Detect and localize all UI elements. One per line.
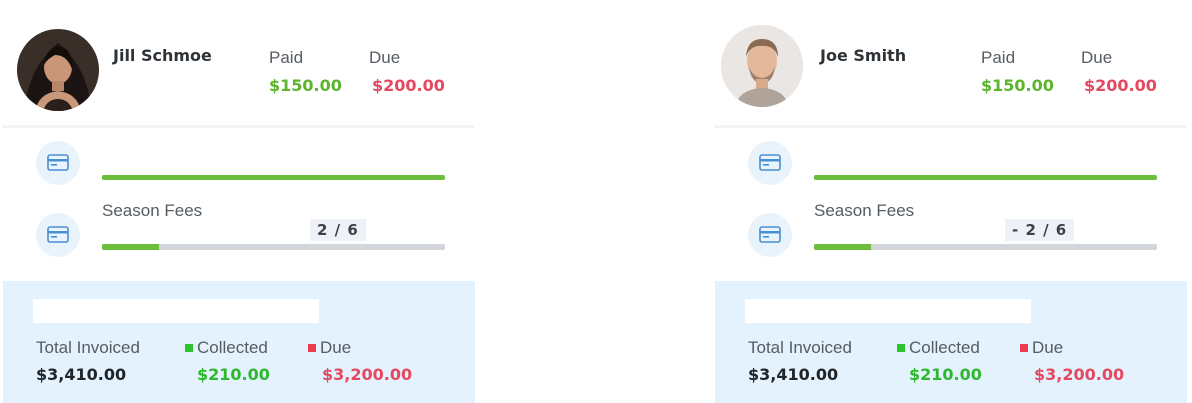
avatar-photo (721, 25, 803, 107)
fee-count-badge: 2 / 6 (310, 219, 366, 241)
total-invoiced-label: Total Invoiced (36, 338, 140, 357)
summary-due-label: Due (308, 338, 351, 358)
total-invoiced-value: $3,410.00 (748, 365, 839, 384)
fee-title: Season Fees (102, 201, 203, 220)
credit-card-icon (748, 141, 792, 185)
collected-legend-swatch (185, 344, 193, 352)
fee-title: Season Fees (814, 201, 915, 220)
due-label: Due (369, 48, 401, 67)
collected-legend-swatch (897, 344, 905, 352)
season-fees-progress-bar (814, 244, 1157, 250)
card-header: Joe Smith Paid $150.00 Due $200.00 (715, 0, 1187, 126)
due-legend-swatch (308, 344, 316, 352)
summary-due-label-text: Due (1032, 338, 1064, 357)
paid-amount: $150.00 (269, 76, 342, 95)
player-card-joe: Joe Smith Paid $150.00 Due $200.00 Seaso… (715, 0, 1187, 403)
fee-count-badge: - 2 / 6 (1005, 219, 1075, 241)
summary-due-label-text: Due (320, 338, 352, 357)
avatar[interactable] (721, 25, 803, 107)
collected-label: Collected (897, 338, 980, 358)
total-invoiced-label: Total Invoiced (748, 338, 852, 357)
fee-progress-bar (102, 175, 445, 180)
player-card-jill: Jill Schmoe Paid $150.00 Due $200.00 Sea… (3, 0, 475, 403)
divider (715, 125, 1187, 128)
total-invoiced-value: $3,410.00 (36, 365, 127, 384)
collected-label-text: Collected (909, 338, 980, 357)
summary-due-value: $3,200.00 (1034, 365, 1125, 384)
paid-label: Paid (981, 48, 1016, 67)
credit-card-icon (748, 213, 792, 257)
invoice-summary: Total Invoiced $3,410.00 Collected $210.… (3, 281, 475, 403)
collected-value: $210.00 (909, 365, 982, 384)
card-header: Jill Schmoe Paid $150.00 Due $200.00 (3, 0, 475, 126)
avatar-photo (17, 29, 99, 111)
invoice-summary: Total Invoiced $3,410.00 Collected $210.… (715, 281, 1187, 403)
divider (3, 125, 475, 128)
season-fees-progress-fill (102, 244, 160, 250)
season-fees-progress-bar (102, 244, 445, 250)
collected-label: Collected (185, 338, 268, 358)
paid-label: Paid (269, 48, 304, 67)
collected-label-text: Collected (197, 338, 268, 357)
due-legend-swatch (1020, 344, 1028, 352)
season-fees-progress-fill (814, 244, 872, 250)
paid-amount: $150.00 (981, 76, 1054, 95)
fee-progress-bar (814, 175, 1157, 180)
credit-card-icon (36, 213, 80, 257)
avatar[interactable] (17, 29, 99, 111)
summary-title-placeholder (33, 299, 319, 323)
player-name: Joe Smith (820, 46, 907, 65)
summary-due-label: Due (1020, 338, 1063, 358)
due-amount: $200.00 (372, 76, 445, 95)
player-name: Jill Schmoe (113, 46, 212, 65)
collected-value: $210.00 (197, 365, 270, 384)
due-amount: $200.00 (1084, 76, 1157, 95)
credit-card-icon (36, 141, 80, 185)
summary-title-placeholder (745, 299, 1031, 323)
summary-due-value: $3,200.00 (322, 365, 413, 384)
due-label: Due (1081, 48, 1113, 67)
